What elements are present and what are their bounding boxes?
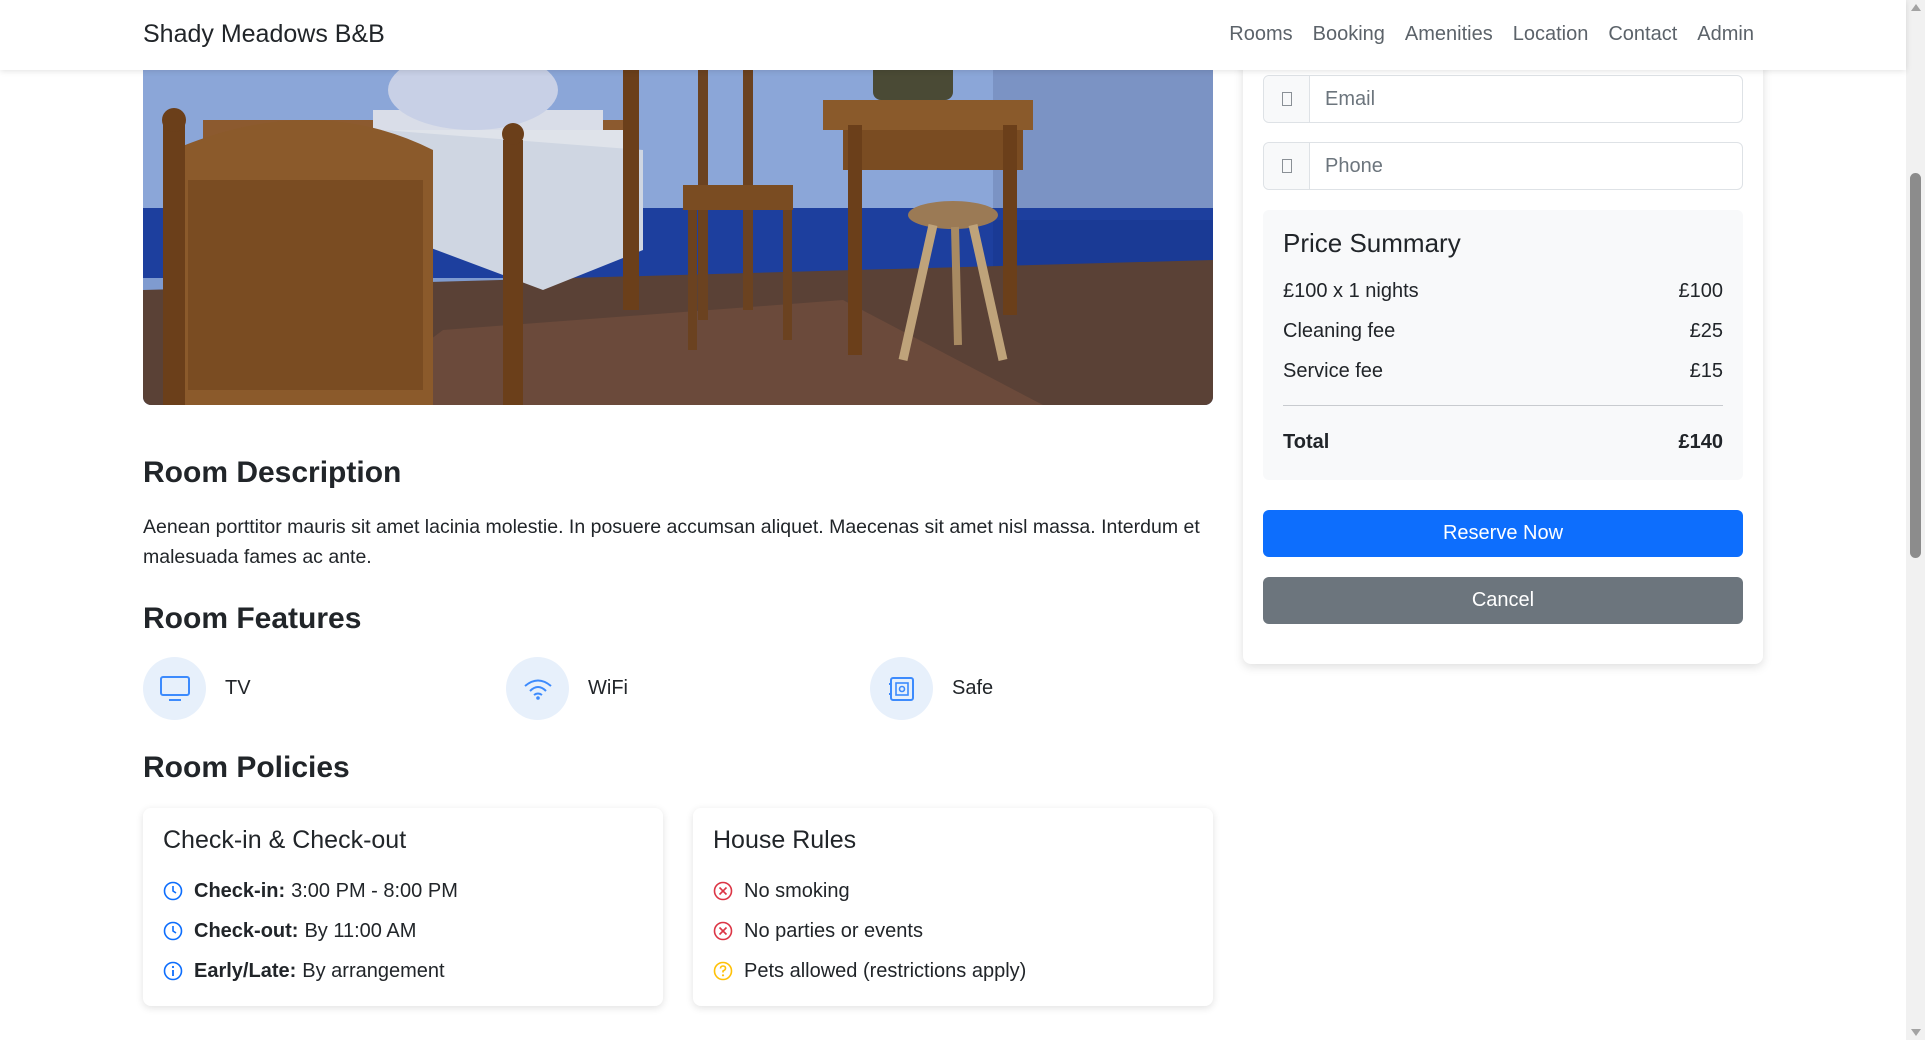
nav-link-rooms[interactable]: Rooms: [1229, 23, 1292, 46]
price-summary-title: Price Summary: [1283, 228, 1461, 258]
policy-row-early-late: Early/Late: By arrangement: [163, 951, 643, 991]
policy-card-title: House Rules: [713, 826, 857, 854]
cancel-button[interactable]: Cancel: [1263, 577, 1743, 624]
checkin-checkout-card: Check-in & Check-out Check-in: 3:00 PM -…: [143, 808, 663, 1006]
phone-icon: [1264, 143, 1310, 189]
policy-row-no-smoking: No smoking: [713, 871, 1193, 911]
policy-label: Check-in:: [194, 879, 286, 902]
nav-link-amenities[interactable]: Amenities: [1405, 23, 1493, 46]
room-photo: [143, 30, 1213, 405]
total-amount: £140: [1678, 430, 1724, 453]
scroll-thumb[interactable]: [1910, 173, 1921, 558]
policy-row-no-parties: No parties or events: [713, 911, 1193, 951]
brand-logo-text[interactable]: Shady Meadows B&B: [143, 20, 385, 49]
scroll-down-arrow-icon[interactable]: [1911, 1029, 1921, 1036]
price-divider: [1283, 405, 1723, 406]
policy-value: No parties or events: [744, 919, 923, 942]
safe-icon: [870, 657, 933, 720]
x-circle-icon: [713, 921, 733, 941]
price-summary: Price Summary £100 x 1 nights £100 Clean…: [1263, 210, 1743, 480]
price-amount: £25: [1689, 319, 1723, 342]
page-scrollbar[interactable]: [1906, 0, 1925, 1040]
policy-label: Check-out:: [194, 919, 299, 942]
price-label: £100 x 1 nights: [1283, 279, 1419, 302]
price-row-nights: £100 x 1 nights £100: [1283, 271, 1723, 311]
policy-row-checkout: Check-out: By 11:00 AM: [163, 911, 643, 951]
price-row-cleaning: Cleaning fee £25: [1283, 311, 1723, 351]
policy-card-title: Check-in & Check-out: [163, 826, 407, 854]
nav-link-location[interactable]: Location: [1513, 23, 1589, 46]
reserve-now-button[interactable]: Reserve Now: [1263, 510, 1743, 557]
room-features-heading: Room Features: [143, 602, 362, 635]
policy-label: Early/Late:: [194, 959, 297, 982]
nav-link-booking[interactable]: Booking: [1313, 23, 1385, 46]
price-row-total: Total £140: [1283, 422, 1723, 462]
booking-card: Price Summary £100 x 1 nights £100 Clean…: [1243, 40, 1763, 664]
x-circle-icon: [713, 881, 733, 901]
policy-row-pets: Pets allowed (restrictions apply): [713, 951, 1193, 991]
clock-icon: [163, 881, 183, 901]
phone-input-group: [1263, 142, 1743, 190]
feature-label: WiFi: [588, 677, 628, 699]
policy-value: By 11:00 AM: [304, 919, 417, 942]
price-label: Service fee: [1283, 359, 1384, 382]
navbar: Shady Meadows B&B Rooms Booking Amenitie…: [0, 0, 1906, 70]
nav-link-admin[interactable]: Admin: [1697, 23, 1754, 46]
policy-value: 3:00 PM - 8:00 PM: [291, 879, 458, 902]
policy-value: Pets allowed (restrictions apply): [744, 959, 1027, 982]
price-row-service: Service fee £15: [1283, 351, 1723, 391]
feature-safe: Safe: [870, 657, 993, 720]
email-field[interactable]: [1310, 76, 1742, 122]
feature-tv: TV: [143, 657, 251, 720]
feature-label: TV: [225, 677, 251, 699]
policy-value: No smoking: [744, 879, 850, 902]
scroll-up-arrow-icon[interactable]: [1911, 4, 1921, 11]
info-icon: [163, 961, 183, 981]
phone-field[interactable]: [1310, 143, 1742, 189]
nav-link-contact[interactable]: Contact: [1608, 23, 1677, 46]
room-description-text: Aenean porttitor mauris sit amet lacinia…: [143, 516, 1200, 568]
email-icon: [1264, 76, 1310, 122]
room-description-heading: Room Description: [143, 456, 402, 489]
feature-label: Safe: [952, 677, 994, 699]
room-policies-heading: Room Policies: [143, 751, 350, 784]
tv-icon: [143, 657, 206, 720]
nav-links: Rooms Booking Amenities Location Contact…: [1229, 23, 1754, 46]
policy-value: By arrangement: [302, 959, 445, 982]
price-amount: £100: [1678, 279, 1724, 302]
total-label: Total: [1283, 430, 1330, 453]
feature-wifi: WiFi: [506, 657, 628, 720]
price-amount: £15: [1689, 359, 1723, 382]
house-rules-card: House Rules No smoking No parties or eve…: [693, 808, 1213, 1006]
wifi-icon: [506, 657, 569, 720]
clock-icon: [163, 921, 183, 941]
question-circle-icon: [713, 961, 733, 981]
policy-row-checkin: Check-in: 3:00 PM - 8:00 PM: [163, 871, 643, 911]
price-label: Cleaning fee: [1283, 319, 1396, 342]
email-input-group: [1263, 75, 1743, 123]
